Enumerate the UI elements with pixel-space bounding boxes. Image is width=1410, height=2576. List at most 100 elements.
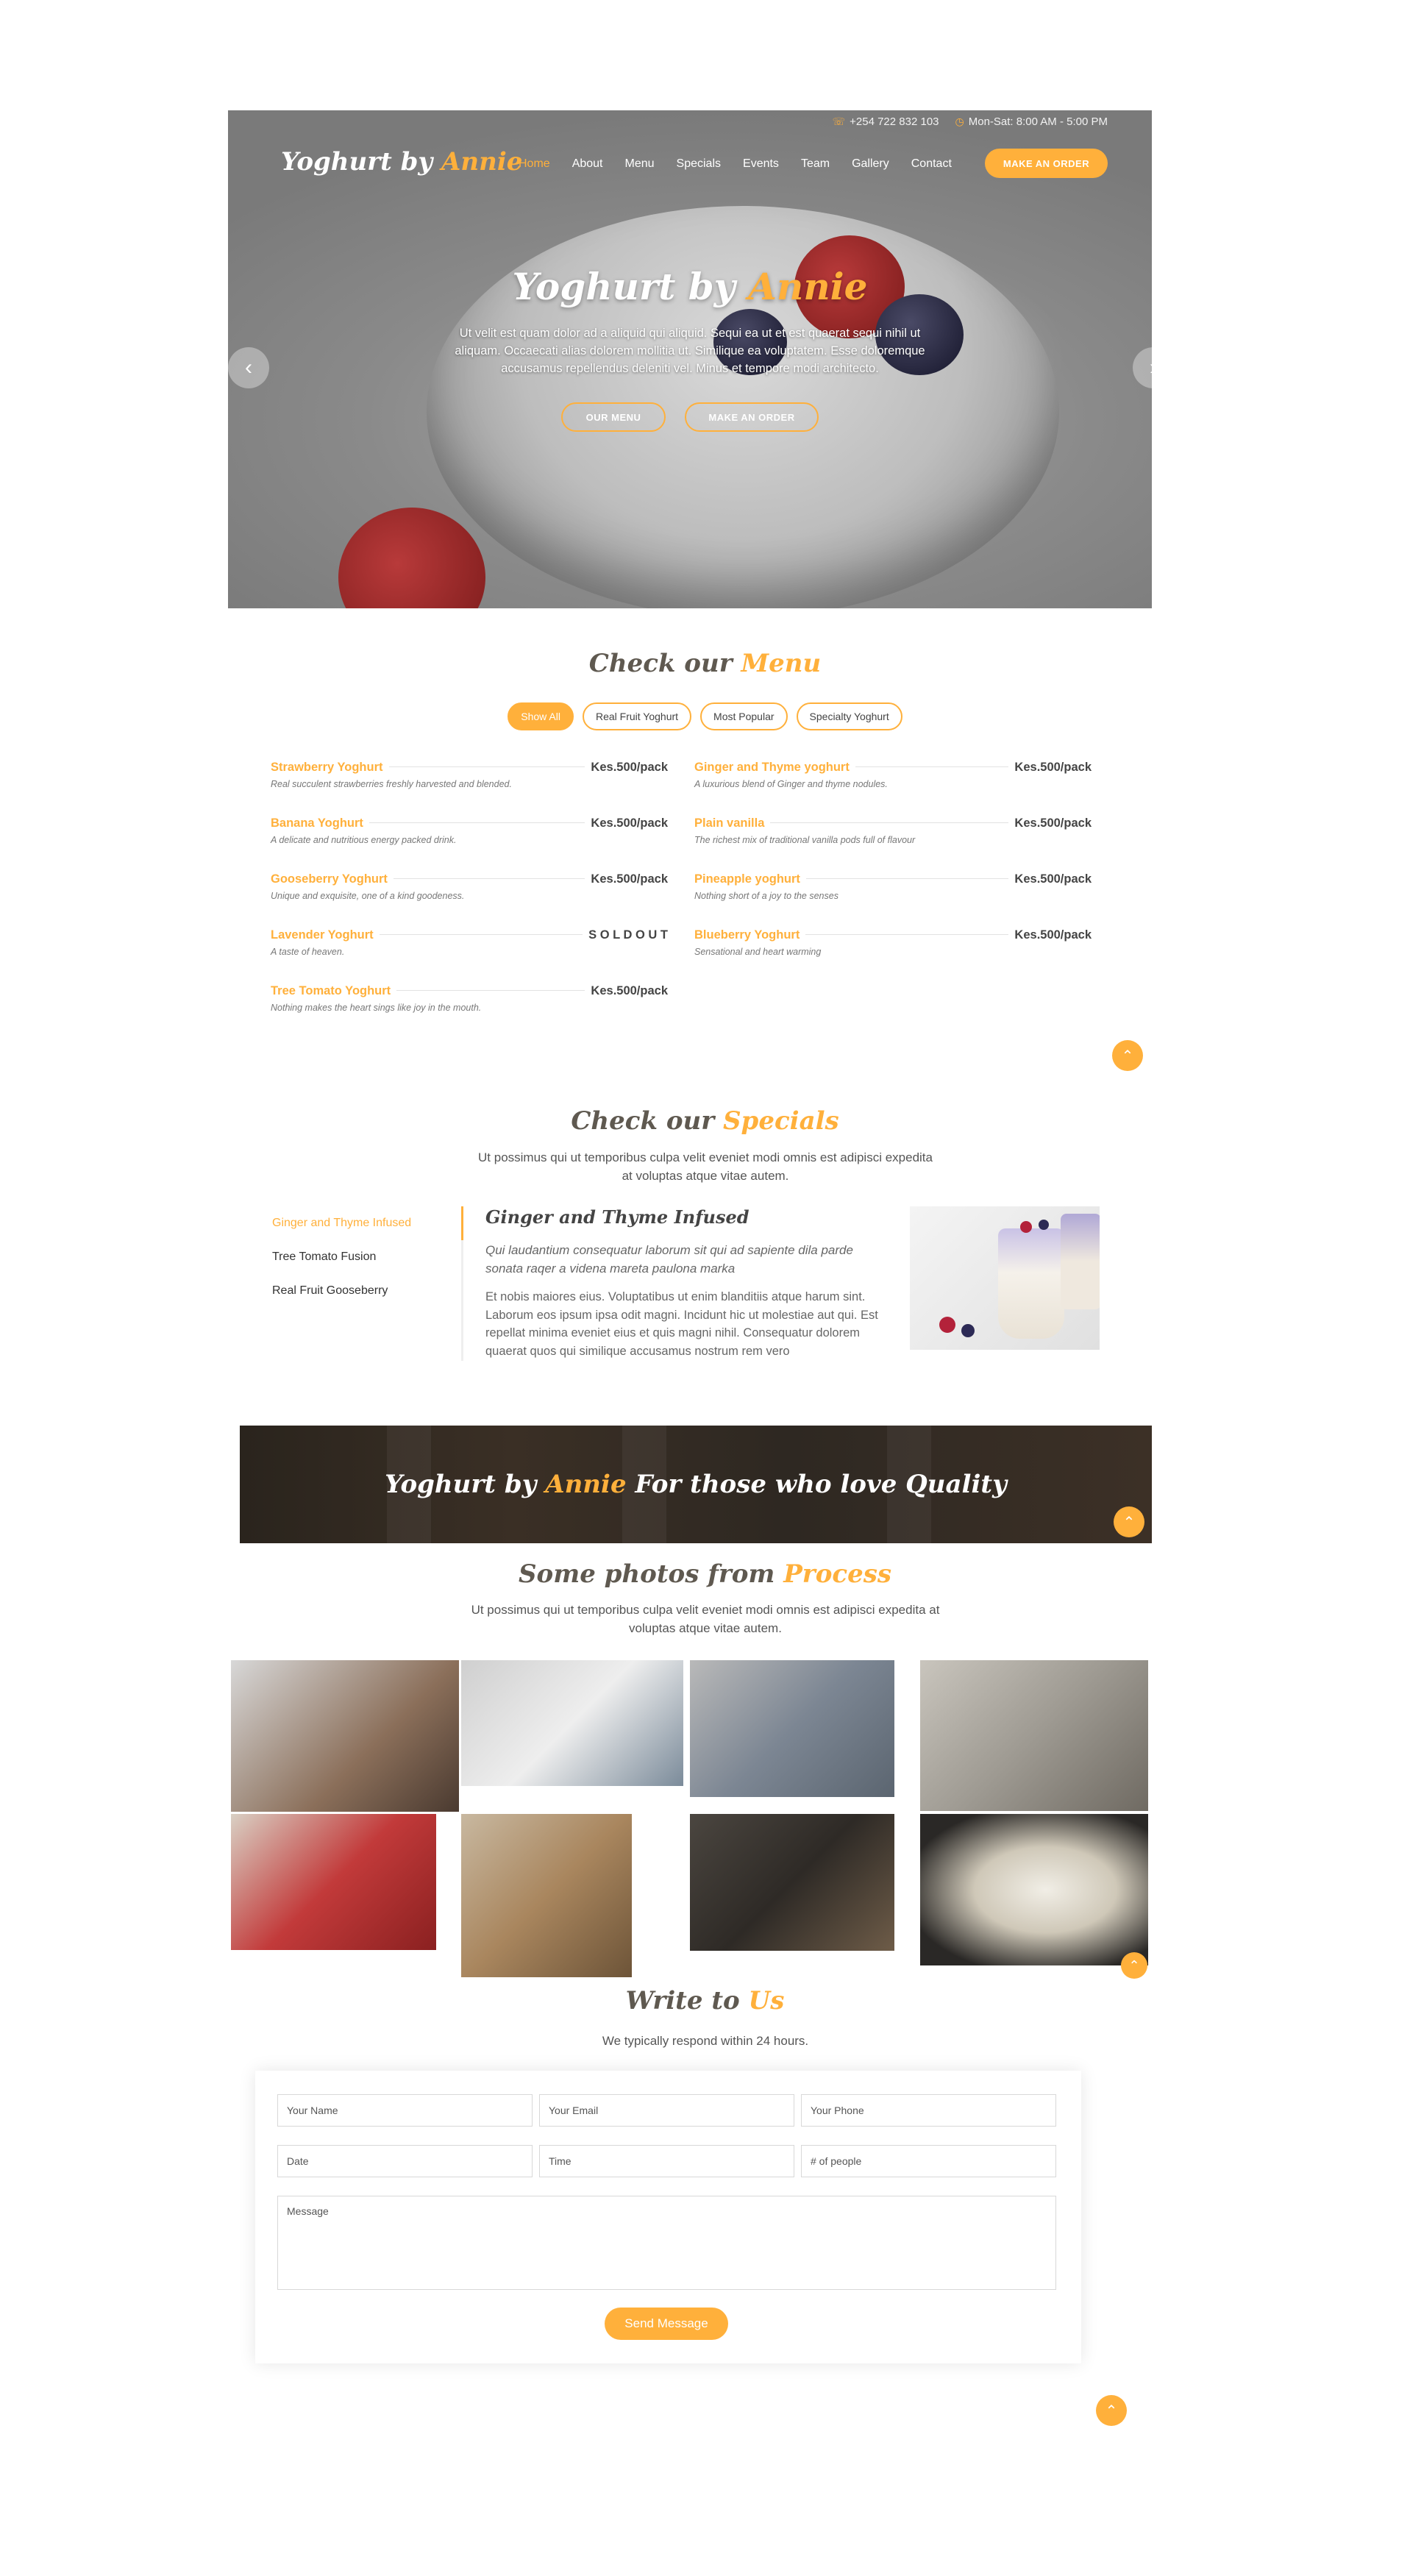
contact-form: Your Name Your Email Your Phone Date Tim…: [255, 2071, 1081, 2363]
menu-item-desc: Nothing makes the heart sings like joy i…: [271, 1003, 482, 1013]
email-field[interactable]: Your Email: [539, 2094, 794, 2127]
phone-field[interactable]: Your Phone: [801, 2094, 1056, 2127]
date-field[interactable]: Date: [277, 2145, 533, 2177]
menu-item-desc: A luxurious blend of Ginger and thyme no…: [694, 779, 888, 789]
menu-item-desc: A delicate and nutritious energy packed …: [271, 835, 457, 845]
nav-about[interactable]: About: [572, 157, 603, 171]
hero-title-accent: Annie: [748, 265, 868, 308]
our-menu-button[interactable]: OUR MENU: [561, 402, 666, 432]
menu-item-price: Kes.500/pack: [1014, 761, 1092, 774]
gallery-photo[interactable]: [690, 1660, 894, 1797]
menu-item-price: Kes.500/pack: [591, 816, 668, 830]
special-body: Et nobis maiores eius. Voluptatibus ut e…: [485, 1290, 878, 1358]
menu-item-price: Kes.500/pack: [1014, 872, 1092, 886]
gallery-subtitle: Ut possimus qui ut temporibus culpa veli…: [471, 1603, 940, 1635]
time-field[interactable]: Time: [539, 2145, 794, 2177]
filter-show-all[interactable]: Show All: [508, 702, 574, 730]
phone-icon: ☏: [832, 115, 846, 127]
menu-section-title: Check our Menu: [0, 649, 1410, 678]
menu-item[interactable]: Banana Yoghurt Kes.500/pack A delicate an…: [271, 816, 668, 845]
gallery-photo[interactable]: [461, 1660, 683, 1786]
menu-item-desc: The richest mix of traditional vanilla p…: [694, 835, 916, 845]
navbar: Yoghurt by Annie Home About Menu Special…: [228, 140, 1152, 187]
gallery-photo[interactable]: [231, 1814, 436, 1950]
hero-make-order-button[interactable]: MAKE AN ORDER: [685, 402, 819, 432]
name-field[interactable]: Your Name: [277, 2094, 533, 2127]
special-title: Ginger and Thyme Infused: [485, 1206, 749, 1228]
menu-item[interactable]: Blueberry Yoghurt Kes.500/pack Sensationa…: [694, 928, 1092, 957]
menu-item-desc: Unique and exquisite, one of a kind good…: [271, 891, 465, 901]
hero-title: Yoghurt by Annie: [228, 265, 1152, 308]
hero-content: Yoghurt by Annie Ut velit est quam dolor…: [228, 265, 1152, 432]
filter-real-fruit[interactable]: Real Fruit Yoghurt: [582, 702, 692, 730]
filter-most-popular[interactable]: Most Popular: [700, 702, 788, 730]
menu-item-name: Gooseberry Yoghurt: [271, 872, 388, 886]
menu-item[interactable]: Gooseberry Yoghurt Kes.500/pack Unique an…: [271, 872, 668, 901]
menu-item-price: Kes.500/pack: [1014, 816, 1092, 830]
banner-text: Yoghurt by Annie For those who love Qual…: [240, 1470, 1152, 1499]
nav-contact[interactable]: Contact: [911, 157, 952, 171]
chevron-up-icon[interactable]: ⌃: [1114, 1506, 1144, 1537]
tab-ginger-thyme[interactable]: Ginger and Thyme Infused: [272, 1206, 463, 1240]
logo[interactable]: Yoghurt by Annie: [281, 147, 522, 177]
gallery-photo[interactable]: [231, 1660, 459, 1812]
chevron-up-icon[interactable]: ⌃: [1096, 2395, 1127, 2426]
menu-item-name: Blueberry Yoghurt: [694, 928, 800, 942]
people-field[interactable]: # of people: [801, 2145, 1056, 2177]
opening-hours: Mon-Sat: 8:00 AM - 5:00 PM: [968, 115, 1108, 128]
specials-tabs: Ginger and Thyme Infused Tree Tomato Fus…: [272, 1206, 463, 1361]
banner-text-accent: Annie: [545, 1470, 627, 1499]
menu-item[interactable]: Tree Tomato Yoghurt Kes.500/pack Nothing …: [271, 984, 668, 1013]
make-order-button[interactable]: MAKE AN ORDER: [985, 149, 1108, 178]
menu-item-price: Kes.500/pack: [591, 872, 668, 886]
menu-item-name: Ginger and Thyme yoghurt: [694, 761, 850, 774]
chevron-up-icon[interactable]: ⌃: [1121, 1952, 1147, 1979]
phone-number: +254 722 832 103: [850, 115, 939, 128]
contact-subtitle: We typically respond within 24 hours.: [602, 2034, 809, 2048]
send-message-button[interactable]: Send Message: [605, 2308, 728, 2340]
specials-title-text: Check our: [571, 1106, 715, 1136]
chevron-up-icon[interactable]: ⌃: [1112, 1040, 1143, 1071]
gallery-photo[interactable]: [920, 1660, 1148, 1811]
contact-title-text: Write to: [625, 1986, 740, 2015]
menu-item-name: Strawberry Yoghurt: [271, 761, 383, 774]
nav-specials[interactable]: Specials: [677, 157, 721, 171]
tab-tree-tomato[interactable]: Tree Tomato Fusion: [272, 1240, 461, 1274]
message-field[interactable]: Message: [277, 2196, 1056, 2290]
special-lead: Qui laudantium consequatur laborum sit q…: [485, 1243, 853, 1275]
menu-item[interactable]: Pineapple yoghurt Kes.500/pack Nothing sh…: [694, 872, 1092, 901]
specials-section-title: Check our Specials: [0, 1106, 1410, 1136]
nav-home[interactable]: Home: [519, 157, 550, 171]
menu-item-desc: Sensational and heart warming: [694, 947, 822, 957]
nav-gallery[interactable]: Gallery: [852, 157, 889, 171]
menu-item[interactable]: Ginger and Thyme yoghurt Kes.500/pack A l…: [694, 761, 1092, 789]
menu-item-price: Kes.500/pack: [1014, 928, 1092, 942]
hero-section: ☏ +254 722 832 103 ◷ Mon-Sat: 8:00 AM - …: [228, 110, 1152, 608]
hours-info: ◷ Mon-Sat: 8:00 AM - 5:00 PM: [955, 115, 1108, 128]
menu-item[interactable]: Plain vanilla Kes.500/pack The richest mi…: [694, 816, 1092, 845]
menu-item-price: Kes.500/pack: [591, 984, 668, 997]
contact-title-accent: Us: [748, 1986, 785, 2015]
gallery-photo[interactable]: [920, 1814, 1148, 1965]
menu-item-name: Lavender Yoghurt: [271, 928, 374, 942]
menu-filters: Show All Real Fruit Yoghurt Most Popular…: [0, 702, 1410, 730]
menu-item-desc: Real succulent strawberries freshly harv…: [271, 779, 512, 789]
nav-team[interactable]: Team: [801, 157, 830, 171]
logo-accent-text: Annie: [441, 147, 523, 177]
hero-title-text: Yoghurt by: [512, 265, 736, 308]
nav-events[interactable]: Events: [743, 157, 779, 171]
contact-section-title: Write to Us: [0, 1986, 1410, 2015]
filter-specialty[interactable]: Specialty Yoghurt: [796, 702, 902, 730]
gallery-photo[interactable]: [461, 1814, 632, 1977]
menu-title-text: Check our: [588, 649, 733, 678]
menu-item[interactable]: Strawberry Yoghurt Kes.500/pack Real succ…: [271, 761, 668, 789]
menu-item-price: Kes.500/pack: [591, 761, 668, 774]
main-nav: Home About Menu Specials Events Team Gal…: [519, 157, 952, 171]
menu-item-name: Banana Yoghurt: [271, 816, 363, 830]
banner-text-2: For those who love Quality: [635, 1470, 1007, 1499]
gallery-photo[interactable]: [690, 1814, 894, 1951]
nav-menu[interactable]: Menu: [625, 157, 655, 171]
specials-title-accent: Specials: [723, 1106, 839, 1136]
tab-real-fruit-gooseberry[interactable]: Real Fruit Gooseberry: [272, 1274, 461, 1308]
menu-item[interactable]: Lavender Yoghurt S O L D O U T A taste of…: [271, 928, 668, 957]
